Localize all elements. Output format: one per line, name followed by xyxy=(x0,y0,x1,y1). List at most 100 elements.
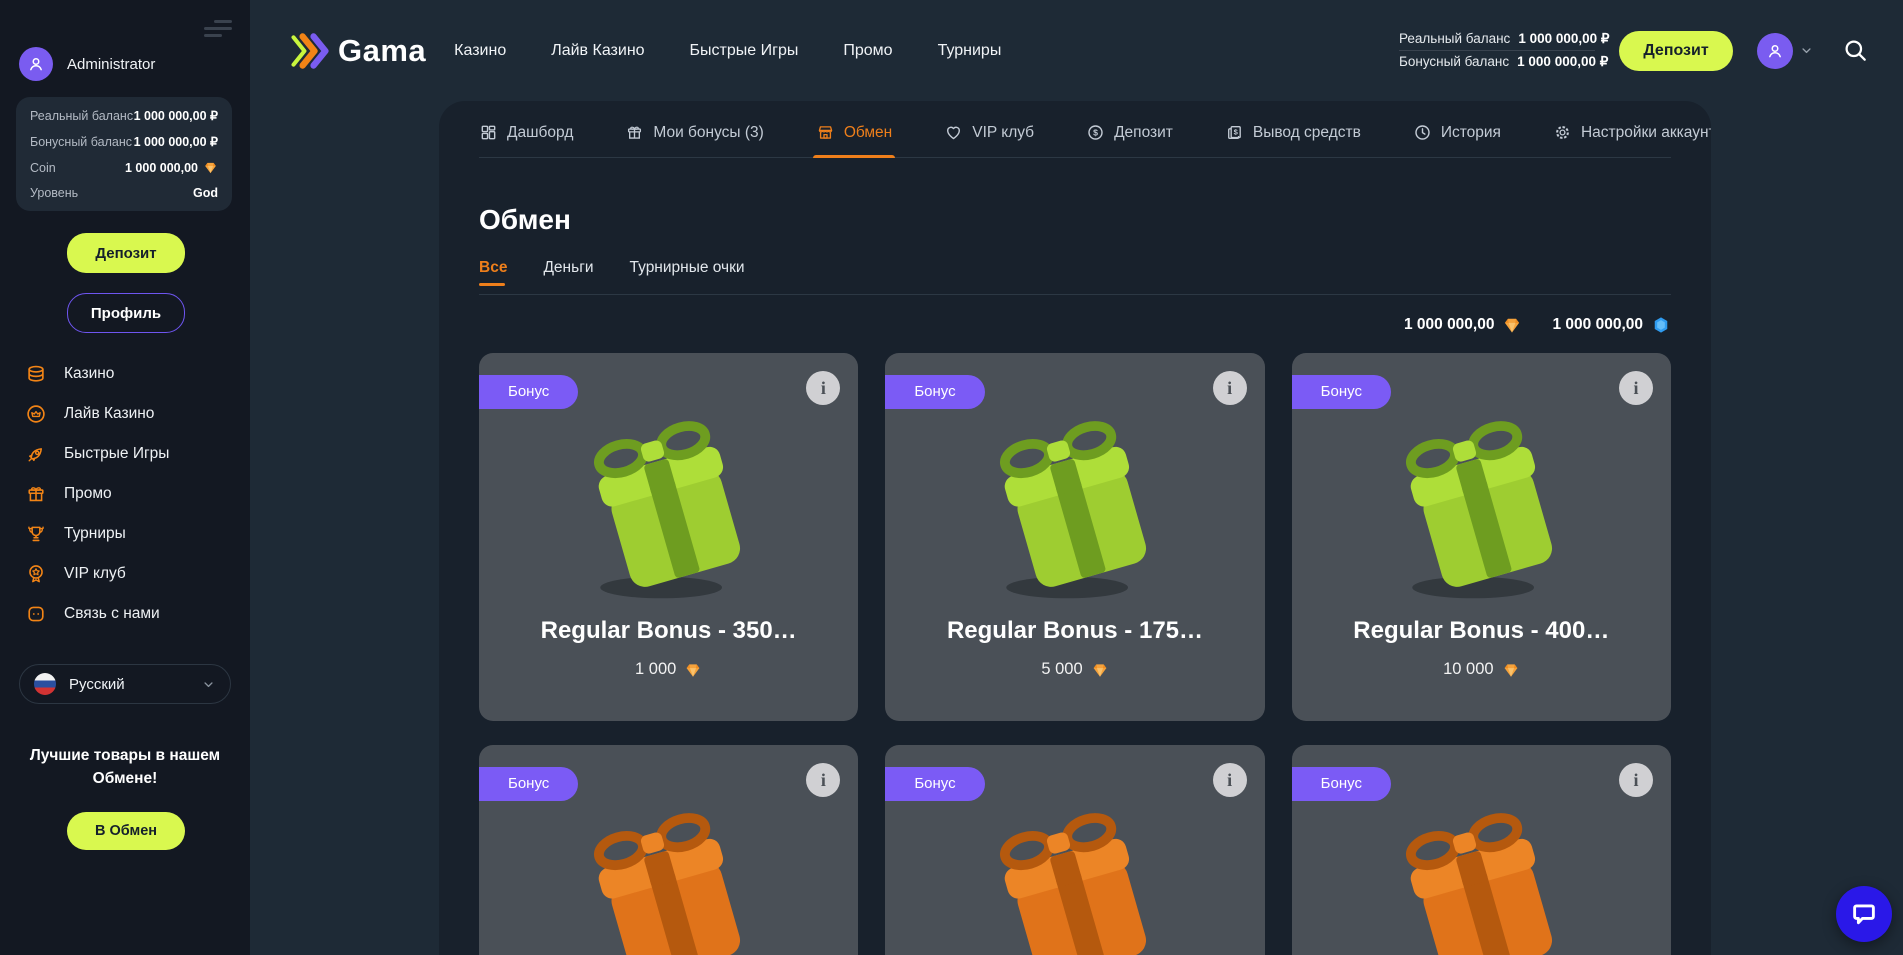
header-nav: Казино Лайв Казино Быстрые Игры Промо Турнир… xyxy=(454,42,1001,60)
bonus-badge: Бонус xyxy=(885,767,984,801)
header-nav-link[interactable]: Быстрые Игры xyxy=(690,42,799,60)
gift-box-image xyxy=(561,397,777,613)
bonus-price: 10 000 xyxy=(1443,660,1493,679)
sidebar: Administrator Реальный баланс 1 000 000,… xyxy=(0,0,250,955)
search-icon[interactable] xyxy=(1842,37,1869,64)
bonus-price: 1 000 xyxy=(635,660,676,679)
info-icon[interactable]: i xyxy=(1619,371,1653,405)
sidebar-nav-icon xyxy=(25,403,47,425)
coin-balance: 1 000 000,00 xyxy=(1404,316,1495,334)
sidebar-deposit-button[interactable]: Депозит xyxy=(67,233,185,273)
balance-row: Бонусный баланс 1 000 000,00 ₽ xyxy=(30,134,218,149)
chevron-down-icon xyxy=(201,677,216,692)
filter-tab[interactable]: Деньги xyxy=(543,259,593,277)
main-panel: Дашборд Мои бонусы (3) Обмен VIP клуб Де… xyxy=(439,101,1711,955)
filter-tab[interactable]: Все xyxy=(479,259,507,277)
live-chat-button[interactable] xyxy=(1836,886,1892,942)
menu-toggle-icon[interactable] xyxy=(204,16,234,41)
to-exchange-button[interactable]: В Обмен xyxy=(67,812,185,850)
tab-label: Депозит xyxy=(1114,124,1173,142)
header-deposit-button[interactable]: Депозит xyxy=(1619,31,1733,71)
bonus-badge: Бонус xyxy=(1292,767,1391,801)
tab[interactable]: Дашборд xyxy=(479,123,573,142)
balance-value: God xyxy=(193,186,218,200)
brand-logo[interactable]: Gama xyxy=(288,31,426,71)
sidebar-nav-item[interactable]: Связь с нами xyxy=(25,594,242,634)
header-nav-link[interactable]: Промо xyxy=(843,42,892,60)
bonus-price: 5 000 xyxy=(1041,660,1082,679)
top-header: Gama Казино Лайв Казино Быстрые Игры Промо Т… xyxy=(250,0,1903,101)
gem-icon xyxy=(1502,661,1520,679)
tab[interactable]: VIP клуб xyxy=(944,123,1034,142)
sidebar-nav-icon xyxy=(25,443,47,465)
tab-label: Обмен xyxy=(844,124,892,142)
gift-box-image xyxy=(561,789,777,955)
tab-icon xyxy=(1413,123,1432,142)
info-icon[interactable]: i xyxy=(1619,763,1653,797)
sidebar-nav-item[interactable]: Казино xyxy=(25,354,242,394)
info-icon[interactable]: i xyxy=(1213,371,1247,405)
exchange-filters: Все Деньги Турнирные очки xyxy=(479,259,1671,295)
bonus-title: Regular Bonus - 350… xyxy=(541,617,797,645)
balance-row: Уровень God xyxy=(30,186,218,200)
balance-row: Реальный баланс 1 000 000,00 ₽ xyxy=(30,108,218,123)
tab[interactable]: История xyxy=(1413,123,1501,142)
gem-icon xyxy=(684,661,702,679)
tab[interactable]: Депозит xyxy=(1086,123,1173,142)
tab-label: Дашборд xyxy=(507,124,573,142)
russian-flag-icon xyxy=(34,673,56,695)
tab[interactable]: Мои бонусы (3) xyxy=(625,123,763,142)
sidebar-nav-item[interactable]: VIP клуб xyxy=(25,554,242,594)
gift-box-image xyxy=(1373,397,1589,613)
account-menu[interactable] xyxy=(1757,33,1814,69)
bonus-card[interactable]: Бонус i xyxy=(1292,745,1671,955)
info-icon[interactable]: i xyxy=(806,371,840,405)
page-title: Обмен xyxy=(479,204,1671,236)
sidebar-nav-label: Промо xyxy=(64,485,112,503)
bonus-title: Regular Bonus - 400… xyxy=(1353,617,1609,645)
bonus-badge: Бонус xyxy=(479,375,578,409)
bonus-card[interactable]: Бонус i Regular Bonus - 175… 5 000 xyxy=(885,353,1264,721)
tab-icon xyxy=(944,123,963,142)
sidebar-nav-icon xyxy=(25,603,47,625)
tab-label: Вывод средств xyxy=(1253,124,1361,142)
header-nav-link[interactable]: Лайв Казино xyxy=(551,42,644,60)
sidebar-nav-label: Лайв Казино xyxy=(64,405,154,423)
sidebar-nav-item[interactable]: Быстрые Игры xyxy=(25,434,242,474)
tab[interactable]: Вывод средств xyxy=(1225,123,1361,142)
real-balance-label: Реальный баланс xyxy=(1399,31,1510,46)
sidebar-nav-label: VIP клуб xyxy=(64,565,126,583)
header-nav-link[interactable]: Казино xyxy=(454,42,506,60)
tab-icon xyxy=(816,123,835,142)
balance-label: Бонусный баланс xyxy=(30,135,132,149)
sidebar-nav-item[interactable]: Турниры xyxy=(25,514,242,554)
bonus-card[interactable]: Бонус i xyxy=(479,745,858,955)
bonus-card[interactable]: Бонус i Regular Bonus - 400… 10 000 xyxy=(1292,353,1671,721)
tab[interactable]: Настройки аккаунта xyxy=(1553,123,1711,142)
chat-bubble-icon xyxy=(1849,899,1879,929)
sidebar-nav-item[interactable]: Промо xyxy=(25,474,242,514)
real-balance-value: 1 000 000,00 ₽ xyxy=(1518,31,1609,47)
sidebar-nav-icon xyxy=(25,523,47,545)
balance-panel: Реальный баланс 1 000 000,00 ₽ Бонусный … xyxy=(16,97,232,211)
header-avatar xyxy=(1757,33,1793,69)
gift-box-image xyxy=(967,789,1183,955)
sidebar-nav-label: Казино xyxy=(64,365,114,383)
info-icon[interactable]: i xyxy=(806,763,840,797)
bonus-card[interactable]: Бонус i xyxy=(885,745,1264,955)
tab-label: Мои бонусы (3) xyxy=(653,124,763,142)
sidebar-user[interactable]: Administrator xyxy=(19,47,155,81)
language-selector[interactable]: Русский xyxy=(19,664,231,704)
bonus-title: Regular Bonus - 175… xyxy=(947,617,1203,645)
points-balance: 1 000 000,00 xyxy=(1552,316,1643,334)
bonus-card[interactable]: Бонус i Regular Bonus - 350… 1 000 xyxy=(479,353,858,721)
sidebar-nav: Казино Лайв Казино Быстрые Игры Промо Ту… xyxy=(25,354,242,634)
tab-icon xyxy=(1553,123,1572,142)
info-icon[interactable]: i xyxy=(1213,763,1247,797)
sidebar-profile-button[interactable]: Профиль xyxy=(67,293,185,333)
balance-label: Реальный баланс xyxy=(30,109,133,123)
sidebar-nav-item[interactable]: Лайв Казино xyxy=(25,394,242,434)
tab[interactable]: Обмен xyxy=(816,123,892,142)
header-nav-link[interactable]: Турниры xyxy=(938,42,1002,60)
filter-tab[interactable]: Турнирные очки xyxy=(630,259,745,277)
